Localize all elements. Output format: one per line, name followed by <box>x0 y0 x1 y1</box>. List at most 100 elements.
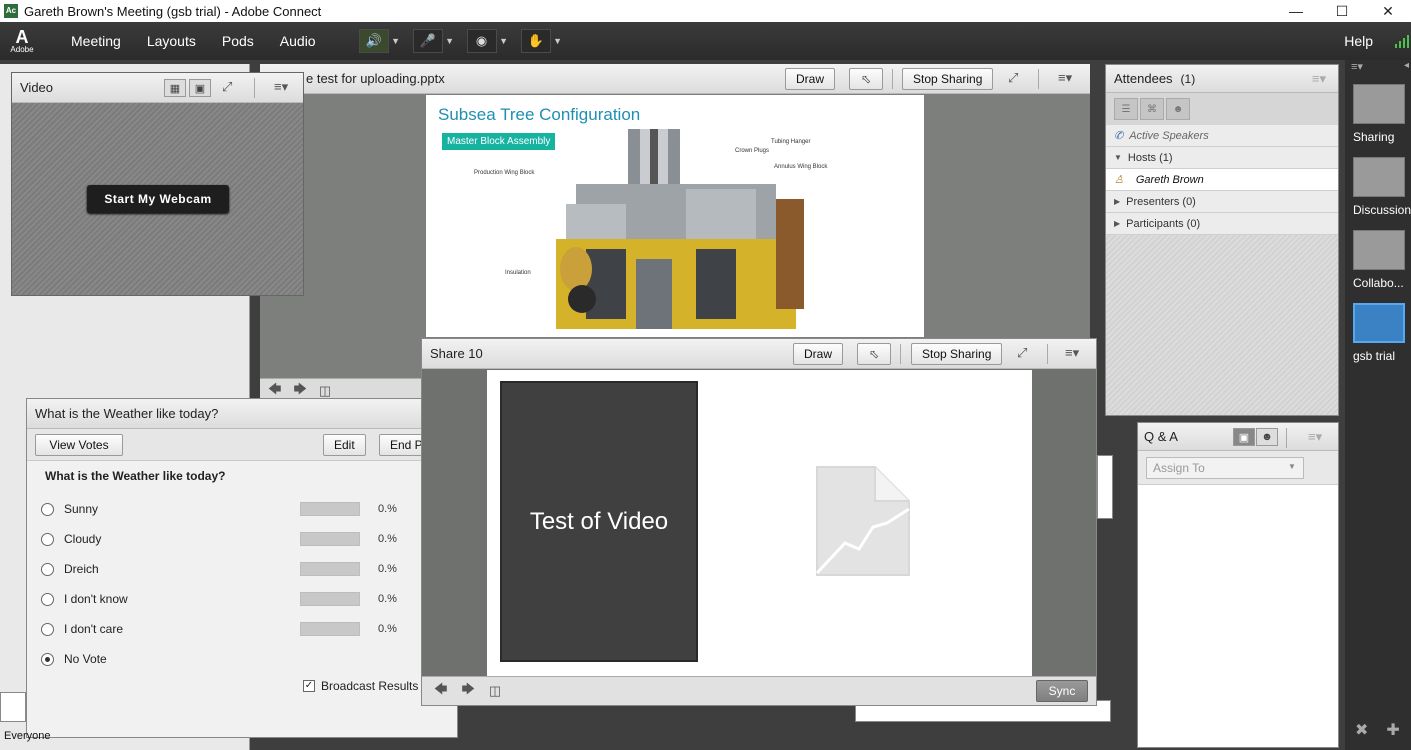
layouts-menu-icon[interactable]: ≡▾ <box>1351 60 1363 73</box>
maximize-icon[interactable]: ☐ <box>1319 0 1365 22</box>
raise-hand-dropdown-icon[interactable]: ▼ <box>551 29 565 53</box>
radio-button[interactable] <box>41 622 54 636</box>
menu-layouts[interactable]: Layouts <box>134 33 209 49</box>
pod-options-menu-icon[interactable]: ≡▾ <box>1308 429 1322 445</box>
chat-input[interactable] <box>0 692 26 722</box>
option-label: I don't know <box>64 592 128 606</box>
expand-right-icon[interactable]: ▶ <box>1114 219 1120 228</box>
add-layout-icon[interactable]: ✚ <box>1386 720 1399 740</box>
adobe-logo-word: Adobe <box>10 44 34 54</box>
webcam-dropdown-icon[interactable]: ▼ <box>497 29 511 53</box>
poll-option[interactable]: I don't know 0.% <box>41 589 441 609</box>
collapse-icon[interactable]: ◂ <box>1404 60 1409 71</box>
diagram-label-crown-plugs: Crown Plugs <box>735 148 770 154</box>
broadcast-results-toggle[interactable]: ✓ Broadcast Results <box>303 679 418 693</box>
poll-option[interactable]: Dreich 0.% <box>41 559 441 579</box>
pod-options-menu-icon[interactable]: ≡▾ <box>1065 345 1079 361</box>
stop-sharing-button[interactable]: Stop Sharing <box>902 68 994 90</box>
next-page-icon[interactable]: 🡆 <box>461 680 474 702</box>
microphone-icon[interactable]: 🎤 <box>412 29 443 53</box>
radio-button[interactable] <box>41 592 54 606</box>
presenters-label: Presenters (0) <box>1126 195 1196 208</box>
speaker-icon[interactable]: 🔊 <box>358 29 389 53</box>
fullscreen-icon[interactable]: ⤢ <box>1017 345 1027 361</box>
option-label: Dreich <box>64 562 99 576</box>
layout-discussion[interactable]: Discussion <box>1353 157 1411 217</box>
checkbox-checked-icon[interactable]: ✓ <box>303 680 315 692</box>
option-label: I don't care <box>64 622 123 636</box>
poll-option[interactable]: No Vote <box>41 649 441 669</box>
sidebar-toggle-icon[interactable]: ◫ <box>319 383 331 399</box>
pod-options-menu-icon[interactable]: ≡▾ <box>1312 71 1326 87</box>
share-10-header: Share 10 Draw ⬁ Stop Sharing ⤢ ≡▾ <box>422 339 1096 369</box>
raise-hand-icon[interactable]: ✋ <box>520 29 551 53</box>
video-slide-text: Test of Video <box>529 507 669 535</box>
expand-right-icon[interactable]: ▶ <box>1114 197 1120 206</box>
result-percent: 0.% <box>378 623 397 635</box>
diagram-label-insulation: Insulation <box>505 270 531 276</box>
speaker-dropdown-icon[interactable]: ▼ <box>389 29 403 53</box>
assign-to-dropdown[interactable]: Assign To <box>1146 457 1304 479</box>
layout-gsb-trial[interactable]: gsb trial <box>1353 303 1409 363</box>
chat-recipient-label[interactable]: Everyone <box>4 730 50 742</box>
breakout-view-icon[interactable]: ⌘ <box>1140 98 1164 120</box>
radio-button-selected[interactable] <box>41 652 54 666</box>
draw-button[interactable]: Draw <box>793 343 844 365</box>
option-label: No Vote <box>64 652 107 666</box>
previous-page-icon[interactable]: 🡄 <box>434 680 447 702</box>
attendee-row[interactable]: ♙ Gareth Brown <box>1106 169 1338 191</box>
status-view-icon[interactable]: ☻ <box>1166 98 1190 120</box>
radio-button[interactable] <box>41 532 54 546</box>
single-view-icon[interactable]: ▣ <box>189 79 211 97</box>
pod-options-menu-icon[interactable]: ≡▾ <box>1058 70 1072 86</box>
list-view-icon[interactable]: ☰ <box>1114 98 1138 120</box>
radio-button[interactable] <box>41 562 54 576</box>
radio-button[interactable] <box>41 502 54 516</box>
sidebar-toggle-icon[interactable]: ◫ <box>489 683 501 699</box>
poll-option[interactable]: I don't care 0.% <box>41 619 441 639</box>
layout-thumbnail <box>1353 84 1405 124</box>
manage-layouts-icon[interactable]: ✖ <box>1355 720 1368 740</box>
stop-sharing-button[interactable]: Stop Sharing <box>911 343 1003 365</box>
minimize-icon[interactable]: — <box>1273 0 1319 22</box>
layout-sharing[interactable]: Sharing <box>1353 84 1409 144</box>
close-icon[interactable]: ✕ <box>1365 0 1411 22</box>
help-menu[interactable]: Help <box>1344 22 1373 60</box>
toolbar-divider <box>1038 69 1039 89</box>
missing-document-icon <box>815 466 910 576</box>
diagram-label-tubing-hanger: Tubing Hanger <box>771 139 811 145</box>
result-bar <box>300 592 360 606</box>
webcam-icon[interactable]: ◉ <box>466 29 497 53</box>
presenters-group[interactable]: ▶ Presenters (0) <box>1106 191 1338 213</box>
window-titlebar: Ac Gareth Brown's Meeting (gsb trial) - … <box>0 0 1411 22</box>
qa-filter-bar: Assign To ▼ <box>1138 451 1338 485</box>
layout-collaboration[interactable]: Collabo... <box>1353 230 1409 290</box>
pod-options-menu-icon[interactable]: ≡▾ <box>274 79 288 95</box>
poll-option[interactable]: Cloudy 0.% <box>41 529 441 549</box>
layout-label: Discussion <box>1353 203 1411 217</box>
edit-poll-button[interactable]: Edit <box>323 434 366 456</box>
sync-button[interactable]: Sync <box>1036 680 1088 702</box>
menu-meeting[interactable]: Meeting <box>58 33 134 49</box>
pointer-icon[interactable]: ⬁ <box>857 343 891 365</box>
fullscreen-icon[interactable]: ⤢ <box>222 79 232 95</box>
presentation-slide: Subsea Tree Configuration Master Block A… <box>426 95 924 337</box>
host-view-icon[interactable]: ▣ <box>1233 428 1255 446</box>
view-votes-button[interactable]: View Votes <box>35 434 123 456</box>
start-webcam-button[interactable]: Start My Webcam <box>87 185 229 213</box>
menu-audio[interactable]: Audio <box>267 33 329 49</box>
expand-down-icon[interactable]: ▼ <box>1114 153 1122 162</box>
participant-view-icon[interactable]: ☻ <box>1256 428 1278 446</box>
hosts-group[interactable]: ▼ Hosts (1) <box>1106 147 1338 169</box>
participants-group[interactable]: ▶ Participants (0) <box>1106 213 1338 235</box>
menu-pods[interactable]: Pods <box>209 33 267 49</box>
fullscreen-icon[interactable]: ⤢ <box>1008 70 1018 86</box>
draw-button[interactable]: Draw <box>785 68 836 90</box>
poll-option[interactable]: Sunny 0.% <box>41 499 441 519</box>
video-slide-thumbnail[interactable]: Test of Video <box>500 381 698 662</box>
grid-view-icon[interactable]: ▦ <box>164 79 186 97</box>
diagram-label-production-wing-block: Production Wing Block <box>474 170 535 176</box>
slide-tag: Master Block Assembly <box>442 133 556 150</box>
microphone-dropdown-icon[interactable]: ▼ <box>443 29 457 53</box>
pointer-icon[interactable]: ⬁ <box>849 68 883 90</box>
